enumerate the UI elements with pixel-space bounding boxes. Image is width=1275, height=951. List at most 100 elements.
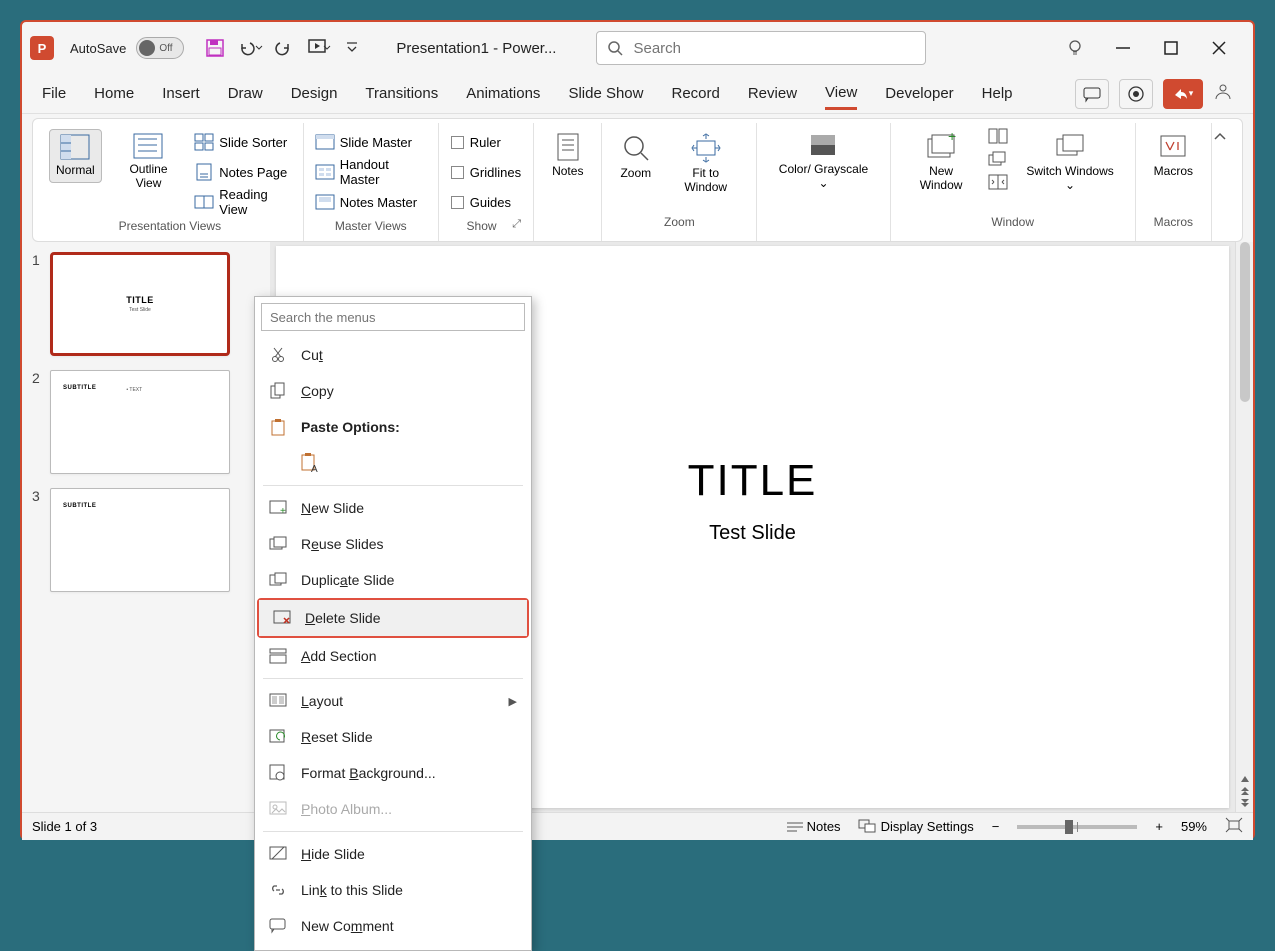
document-title: Presentation1 - Power... [396, 40, 556, 57]
tab-view[interactable]: View [825, 78, 857, 110]
link-icon [269, 881, 287, 899]
lightbulb-icon[interactable] [1063, 36, 1087, 60]
ctx-paste-use-destination[interactable]: A [255, 445, 531, 481]
tab-draw[interactable]: Draw [228, 79, 263, 108]
guides-checkbox[interactable]: Guides [451, 189, 521, 215]
double-up-icon[interactable] [1239, 786, 1251, 796]
ctx-copy[interactable]: Copy [255, 373, 531, 409]
arrange-all-icon[interactable] [989, 129, 1007, 148]
tab-animations[interactable]: Animations [466, 79, 540, 108]
ctx-search-input[interactable] [270, 310, 516, 325]
zoom-in-icon[interactable]: + [1155, 819, 1163, 834]
display-settings[interactable]: Display Settings [859, 819, 974, 834]
zoom-button[interactable]: Zoom [614, 129, 657, 185]
search-input[interactable] [633, 40, 915, 57]
ctx-add-section[interactable]: Add Section [255, 638, 531, 674]
ctx-layout[interactable]: Layout ▶ [255, 683, 531, 719]
notes-page-button[interactable]: Notes Page [195, 159, 290, 185]
redo-icon[interactable] [276, 40, 294, 56]
ctx-new-comment[interactable]: New Comment [255, 908, 531, 944]
ctx-format-background[interactable]: Format Background... [255, 755, 531, 791]
tab-file[interactable]: File [42, 79, 66, 108]
save-icon[interactable] [206, 39, 224, 57]
autosave-toggle[interactable]: Off [136, 37, 184, 59]
zoom-out-icon[interactable]: − [992, 819, 1000, 834]
double-down-icon[interactable] [1239, 798, 1251, 808]
maximize-icon[interactable] [1159, 36, 1183, 60]
present-from-beginning-icon[interactable] [308, 39, 332, 57]
tab-slideshow[interactable]: Slide Show [568, 79, 643, 108]
vertical-scrollbar[interactable] [1235, 242, 1253, 812]
comments-button[interactable] [1075, 79, 1109, 109]
collapse-ribbon-icon[interactable] [1212, 123, 1238, 241]
notes-toggle[interactable]: Notes [787, 819, 841, 834]
ctx-reset-slide[interactable]: Reset Slide [255, 719, 531, 755]
fit-to-window-button[interactable]: Fit to Window [667, 129, 744, 199]
scissors-icon [269, 346, 287, 364]
slide-position[interactable]: Slide 1 of 3 [32, 819, 97, 834]
normal-button[interactable]: Normal [49, 129, 102, 183]
content-area: 1 TITLE Test Slide 2 SUBTITLE • TEXT 3 [22, 242, 1253, 812]
outline-view-button[interactable]: Outline View [112, 129, 186, 195]
svg-text:+: + [948, 128, 956, 144]
ribbon-tabs: File Home Insert Draw Design Transitions… [22, 74, 1253, 114]
zoom-level[interactable]: 59% [1181, 819, 1207, 834]
delete-slide-icon [273, 609, 291, 627]
minimize-icon[interactable] [1111, 36, 1135, 60]
search-box[interactable] [596, 31, 926, 65]
account-icon[interactable] [1213, 81, 1233, 106]
group-macros: Macros Macros [1136, 123, 1212, 241]
fit-slide-icon[interactable] [1225, 817, 1243, 836]
powerpoint-icon: P [30, 36, 54, 60]
ctx-link-to-slide[interactable]: Link to this Slide [255, 872, 531, 908]
reuse-icon [269, 535, 287, 553]
cascade-icon[interactable] [989, 152, 1007, 171]
tab-review[interactable]: Review [748, 79, 797, 108]
close-icon[interactable] [1207, 36, 1231, 60]
ctx-delete-slide[interactable]: Delete Slide [259, 600, 527, 636]
record-button[interactable] [1119, 79, 1153, 109]
dialog-launcher-icon[interactable]: ⤢ [512, 218, 521, 236]
tab-record[interactable]: Record [671, 79, 719, 108]
thumbnail-3[interactable]: 3 SUBTITLE [50, 488, 262, 592]
notes-button[interactable]: Notes [546, 129, 589, 183]
ctx-search-box[interactable] [261, 303, 525, 331]
undo-icon[interactable] [238, 40, 262, 56]
ctx-reuse-slides[interactable]: Reuse Slides [255, 526, 531, 562]
prev-slide-icon[interactable] [1239, 774, 1251, 784]
ctx-new-slide[interactable]: + New Slide [255, 490, 531, 526]
move-split-icon[interactable] [989, 175, 1007, 194]
ribbon: Normal Outline View Slide Sorter Notes P… [32, 118, 1243, 242]
ctx-cut[interactable]: Cut [255, 337, 531, 373]
paste-option-icon: A [301, 454, 319, 472]
qat-customize-icon[interactable] [346, 42, 358, 54]
tab-design[interactable]: Design [291, 79, 338, 108]
gridlines-checkbox[interactable]: Gridlines [451, 159, 521, 185]
thumbnail-1[interactable]: 1 TITLE Test Slide [50, 252, 262, 356]
reading-view-button[interactable]: Reading View [195, 189, 290, 215]
search-icon [607, 40, 623, 56]
notes-master-button[interactable]: Notes Master [316, 189, 426, 215]
macros-button[interactable]: Macros [1148, 129, 1199, 183]
tab-home[interactable]: Home [94, 79, 134, 108]
zoom-slider[interactable] [1017, 825, 1137, 829]
slide-master-button[interactable]: Slide Master [316, 129, 426, 155]
ctx-hide-slide[interactable]: Hide Slide [255, 836, 531, 872]
ctx-paste-options-header: Paste Options: [255, 409, 531, 445]
thumbnail-2[interactable]: 2 SUBTITLE • TEXT [50, 370, 262, 474]
new-window-button[interactable]: + New Window [903, 129, 980, 197]
color-grayscale-button[interactable]: Color/ Grayscale ⌄ [769, 129, 877, 195]
handout-master-button[interactable]: Handout Master [316, 159, 426, 185]
slide-sorter-button[interactable]: Slide Sorter [195, 129, 290, 155]
tab-transitions[interactable]: Transitions [365, 79, 438, 108]
ctx-duplicate-slide[interactable]: Duplicate Slide [255, 562, 531, 598]
tab-insert[interactable]: Insert [162, 79, 200, 108]
ruler-checkbox[interactable]: Ruler [451, 129, 521, 155]
share-button[interactable]: ▾ [1163, 79, 1203, 109]
switch-windows-button[interactable]: Switch Windows ⌄ [1017, 129, 1122, 197]
tab-developer[interactable]: Developer [885, 79, 953, 108]
duplicate-icon [269, 571, 287, 589]
section-icon [269, 647, 287, 665]
tab-help[interactable]: Help [982, 79, 1013, 108]
photo-album-icon [269, 800, 287, 818]
